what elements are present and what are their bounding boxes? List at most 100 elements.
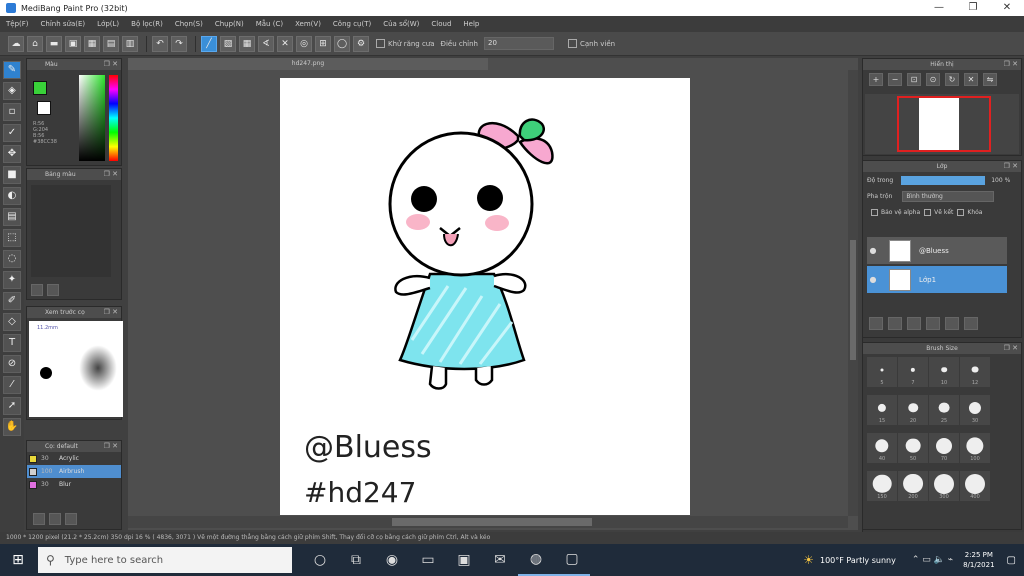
- antialias-checkbox[interactable]: [376, 39, 385, 48]
- snap-perspective-icon[interactable]: ⊞: [315, 35, 331, 52]
- delete-layer-icon[interactable]: [964, 317, 978, 330]
- brush-item[interactable]: 30 Blur: [27, 478, 121, 491]
- brush-size-cell[interactable]: 100: [960, 433, 990, 463]
- select-eraser-icon[interactable]: ◇: [3, 313, 21, 331]
- menu-edit[interactable]: Chỉnh sửa(E): [41, 20, 86, 28]
- menu-template[interactable]: Mẫu (C): [256, 20, 283, 28]
- saturation-value-picker[interactable]: [79, 75, 105, 161]
- brush-size-cell[interactable]: 150: [867, 471, 897, 501]
- brush-size-cell[interactable]: 7: [898, 357, 928, 387]
- zoom-in-icon[interactable]: +: [869, 73, 883, 86]
- brush-size-cell[interactable]: 400: [960, 471, 990, 501]
- gradient-tool-icon[interactable]: ▤: [3, 208, 21, 226]
- task-view-icon[interactable]: ⧉: [338, 544, 374, 576]
- magic-wand-icon[interactable]: ✦: [3, 271, 21, 289]
- panel-close-icon[interactable]: ❐ ✕: [1004, 343, 1018, 354]
- lasso-tool-icon[interactable]: ◌: [3, 250, 21, 268]
- brush-item[interactable]: 100 Airbrush: [27, 465, 121, 478]
- menu-window[interactable]: Của sổ(W): [383, 20, 419, 28]
- hand-tool-icon[interactable]: ✋: [3, 418, 21, 436]
- horizontal-scroll-thumb[interactable]: [392, 518, 592, 526]
- snap-circle-icon[interactable]: ◎: [296, 35, 312, 52]
- brush-size-cell[interactable]: 70: [929, 433, 959, 463]
- brush-size-cell[interactable]: 50: [898, 433, 928, 463]
- eye-icon[interactable]: ●: [867, 275, 879, 284]
- protect-alpha-checkbox[interactable]: [871, 208, 878, 216]
- image-icon[interactable]: ▣: [65, 35, 81, 52]
- eyedropper-tool-icon[interactable]: ⁄: [3, 376, 21, 394]
- menu-filter[interactable]: Bộ lọc(R): [131, 20, 163, 28]
- background-color-swatch[interactable]: [37, 101, 51, 115]
- snap-settings-icon[interactable]: ⚙: [353, 35, 369, 52]
- move-tool-icon[interactable]: ✥: [3, 145, 21, 163]
- brush-size-cell[interactable]: 10: [929, 357, 959, 387]
- text-tool-icon[interactable]: T: [3, 334, 21, 352]
- medibang-icon[interactable]: ▢: [554, 544, 590, 576]
- rect-tool-icon[interactable]: ■: [3, 166, 21, 184]
- add-brush-icon[interactable]: [33, 513, 45, 525]
- zoom-actual-icon[interactable]: ⊙: [926, 73, 940, 86]
- opacity-slider[interactable]: [901, 175, 986, 185]
- brush-size-cell[interactable]: 25: [929, 395, 959, 425]
- clock[interactable]: 2:25 PM 8/1/2021: [963, 550, 994, 570]
- menu-layer[interactable]: Lớp(L): [97, 20, 119, 28]
- dot-tool-icon[interactable]: ▫: [3, 103, 21, 121]
- snap-angle-icon[interactable]: ∢: [258, 35, 274, 52]
- zoom-out-icon[interactable]: −: [888, 73, 902, 86]
- select-tool-icon[interactable]: ✓: [3, 124, 21, 142]
- maximize-button[interactable]: ❐: [956, 0, 990, 16]
- add-color-icon[interactable]: [31, 284, 43, 296]
- menu-help[interactable]: Help: [463, 20, 479, 28]
- brush-item[interactable]: 30 Acrylic: [27, 452, 121, 465]
- zoom-fit-icon[interactable]: ⊡: [907, 73, 921, 86]
- vertical-scroll-thumb[interactable]: [850, 240, 856, 360]
- undo-icon[interactable]: ↶: [152, 35, 168, 52]
- chat-icon[interactable]: ▬: [46, 35, 62, 52]
- panel-close-icon[interactable]: ❐ ✕: [104, 59, 118, 70]
- brush-size-cell[interactable]: 5: [867, 357, 897, 387]
- crop-icon[interactable]: ▥: [122, 35, 138, 52]
- menu-capture[interactable]: Chụp(N): [215, 20, 244, 28]
- vertical-scrollbar[interactable]: [848, 70, 858, 516]
- panel-close-icon[interactable]: ❐ ✕: [1004, 161, 1018, 172]
- brush-size-cell[interactable]: 200: [898, 471, 928, 501]
- new-halftone-layer-icon[interactable]: [888, 317, 902, 330]
- notification-icon[interactable]: ▢: [1007, 555, 1016, 566]
- reset-rotate-icon[interactable]: ✕: [964, 73, 978, 86]
- close-button[interactable]: ✕: [990, 0, 1024, 16]
- snap-grid-icon[interactable]: ▦: [239, 35, 255, 52]
- copy-brush-icon[interactable]: [49, 513, 61, 525]
- snap-parallel-icon[interactable]: ▧: [220, 35, 236, 52]
- menu-cloud[interactable]: Cloud: [431, 20, 451, 28]
- menu-select[interactable]: Chọn(S): [175, 20, 203, 28]
- new-layer-icon[interactable]: [869, 317, 883, 330]
- navigator-view[interactable]: [865, 94, 1019, 154]
- taskbar-search[interactable]: ⚲ Type here to search: [38, 547, 292, 573]
- brush-size-cell[interactable]: 15: [867, 395, 897, 425]
- minimize-button[interactable]: —: [922, 0, 956, 16]
- windows-start-icon[interactable]: ⊞: [0, 544, 36, 576]
- file-explorer-icon[interactable]: ▭: [410, 544, 446, 576]
- layer-menu-icon[interactable]: [926, 317, 940, 330]
- eye-icon[interactable]: ●: [867, 246, 879, 255]
- document-tab[interactable]: hd247.png: [128, 58, 488, 70]
- drawing-canvas[interactable]: @Bluess #hd247: [280, 78, 690, 515]
- copy-layer-icon[interactable]: [907, 317, 921, 330]
- chrome-icon[interactable]: ◍: [518, 544, 554, 576]
- eraser-tool-icon[interactable]: ◈: [3, 82, 21, 100]
- rotate-icon[interactable]: ↻: [945, 73, 959, 86]
- blend-mode-select[interactable]: Bình thường: [902, 190, 995, 202]
- layer-item[interactable]: ● @Bluess: [867, 237, 1007, 264]
- panel-close-icon[interactable]: ❐ ✕: [104, 169, 118, 180]
- flip-icon[interactable]: ⇋: [983, 73, 997, 86]
- panel-close-icon[interactable]: ❐ ✕: [104, 441, 118, 452]
- correction-select[interactable]: 20: [484, 37, 554, 50]
- menu-tools[interactable]: Công cụ(T): [333, 20, 371, 28]
- brush-size-cell[interactable]: 12: [960, 357, 990, 387]
- snap-concentric-icon[interactable]: ◯: [334, 35, 350, 52]
- edge-icon[interactable]: ◉: [374, 544, 410, 576]
- snap-cross-icon[interactable]: ✕: [277, 35, 293, 52]
- store-icon[interactable]: ▣: [446, 544, 482, 576]
- divide-tool-icon[interactable]: ⊘: [3, 355, 21, 373]
- snap-off-icon[interactable]: ╱: [201, 35, 217, 52]
